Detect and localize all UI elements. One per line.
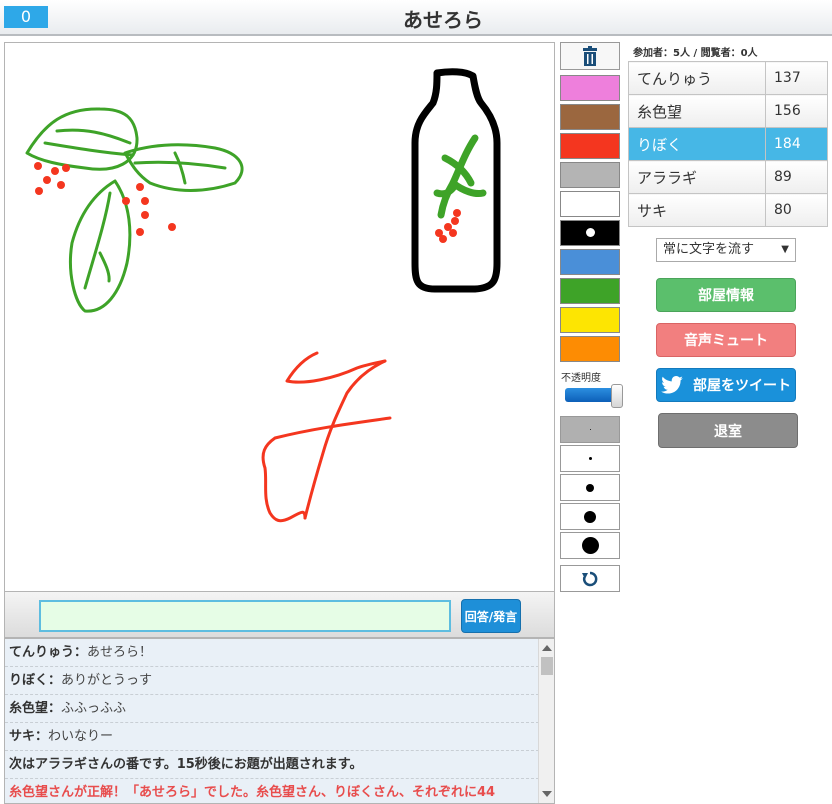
player-name: アララギ	[628, 160, 766, 194]
player-row: てんりゅう 137	[628, 61, 828, 95]
brush-dot-icon	[581, 537, 599, 554]
room-counts: 参加者：5人 / 閲覧者：0人	[633, 48, 758, 59]
brush-size-button[interactable]	[560, 416, 620, 443]
chat-text: ありがとうっす	[61, 673, 153, 688]
exit-button[interactable]: 退室	[658, 413, 798, 448]
scroll-up-icon[interactable]	[542, 645, 552, 651]
opacity-label: 不透明度	[561, 373, 601, 384]
chat-text: ふふっふふ	[61, 701, 127, 716]
twitter-bird-icon	[661, 376, 683, 394]
color-swatch[interactable]	[560, 191, 620, 217]
trash-icon	[583, 46, 597, 66]
brush-dot-icon	[584, 510, 596, 523]
chat-text: わいなりー	[48, 729, 114, 744]
answer-button[interactable]: 回答/発言	[461, 599, 521, 633]
player-name: 糸色望	[628, 94, 766, 128]
brush-dot-icon	[586, 483, 594, 492]
player-score: 137	[765, 61, 828, 95]
chat-text: あせろら！	[87, 645, 153, 660]
room-info-button[interactable]: 部屋情報	[656, 278, 796, 312]
color-swatch[interactable]	[560, 220, 620, 246]
chat-system-message: 次はアララギさんの番です。15秒後にお題が出題されます。	[5, 751, 539, 779]
chat-sender: りぼく	[9, 673, 49, 688]
chat-log[interactable]: てんりゅう：あせろら！ りぼく：ありがとうっす 糸色望：ふふっふふ サキ：わいな…	[4, 638, 555, 804]
chat-correct-message: 糸色望さんが正解！「あせろら」でした。糸色望さん、りぼくさん、それぞれに44	[5, 779, 539, 803]
chat-message: りぼく：ありがとうっす	[5, 667, 539, 695]
selected-indicator-icon	[585, 228, 595, 237]
brush-size-button[interactable]	[560, 474, 620, 501]
mute-button[interactable]: 音声ミュート	[656, 323, 796, 357]
answer-bar: 回答/発言	[4, 592, 555, 638]
player-row: りぼく 184	[628, 127, 828, 161]
player-score: 156	[765, 94, 828, 128]
player-row: アララギ 89	[628, 160, 828, 194]
drawing-strokes	[25, 68, 501, 523]
opacity-slider-track	[565, 388, 615, 402]
answer-input[interactable]	[39, 600, 451, 632]
color-swatch[interactable]	[560, 75, 620, 101]
player-name: サキ	[628, 193, 766, 227]
chat-message: てんりゅう：あせろら！	[5, 639, 539, 667]
drawing-canvas[interactable]	[4, 42, 555, 592]
player-name: てんりゅう	[628, 61, 766, 95]
player-list: てんりゅう 137 糸色望 156 りぼく 184 アララギ 89 サキ 80	[628, 61, 828, 227]
opacity-slider-handle[interactable]	[611, 384, 623, 408]
chat-scrollbar[interactable]	[538, 639, 554, 803]
color-swatch[interactable]	[560, 104, 620, 130]
undo-icon	[582, 571, 598, 586]
page-title: あせろら	[403, 8, 483, 32]
brush-size-button[interactable]	[560, 532, 620, 559]
player-name: りぼく	[628, 127, 766, 161]
color-swatch[interactable]	[560, 133, 620, 159]
color-swatch[interactable]	[560, 336, 620, 362]
chat-sender: 糸色望	[9, 701, 49, 716]
color-swatch[interactable]	[560, 278, 620, 304]
chat-message: サキ：わいなりー	[5, 723, 539, 751]
player-score: 80	[765, 193, 828, 227]
opacity-slider[interactable]	[563, 384, 623, 408]
brush-dot-icon	[588, 457, 592, 460]
brush-size-button[interactable]	[560, 503, 620, 530]
text-mode-value: 常に文字を流す	[663, 242, 755, 257]
brush-dot-icon	[589, 429, 591, 430]
header-bar: 0 あせろら	[0, 0, 832, 36]
clear-canvas-button[interactable]	[560, 42, 620, 70]
color-swatch[interactable]	[560, 249, 620, 275]
color-swatch[interactable]	[560, 307, 620, 333]
color-swatch[interactable]	[560, 162, 620, 188]
tweet-button-label: 部屋をツイート	[693, 378, 791, 394]
player-score: 184	[765, 127, 828, 161]
undo-button[interactable]	[560, 565, 620, 592]
chat-message: 糸色望：ふふっふふ	[5, 695, 539, 723]
chat-sender: てんりゅう	[9, 645, 75, 660]
player-row: サキ 80	[628, 193, 828, 227]
brush-size-button[interactable]	[560, 445, 620, 472]
tweet-button[interactable]: 部屋をツイート	[656, 368, 796, 402]
chat-sender: サキ	[9, 729, 36, 744]
text-mode-select[interactable]: 常に文字を流す ▼	[656, 238, 796, 262]
chevron-down-icon: ▼	[781, 244, 789, 255]
player-score: 89	[765, 160, 828, 194]
player-row: 糸色望 156	[628, 94, 828, 128]
scroll-thumb[interactable]	[541, 657, 553, 675]
scroll-down-icon[interactable]	[542, 791, 552, 797]
